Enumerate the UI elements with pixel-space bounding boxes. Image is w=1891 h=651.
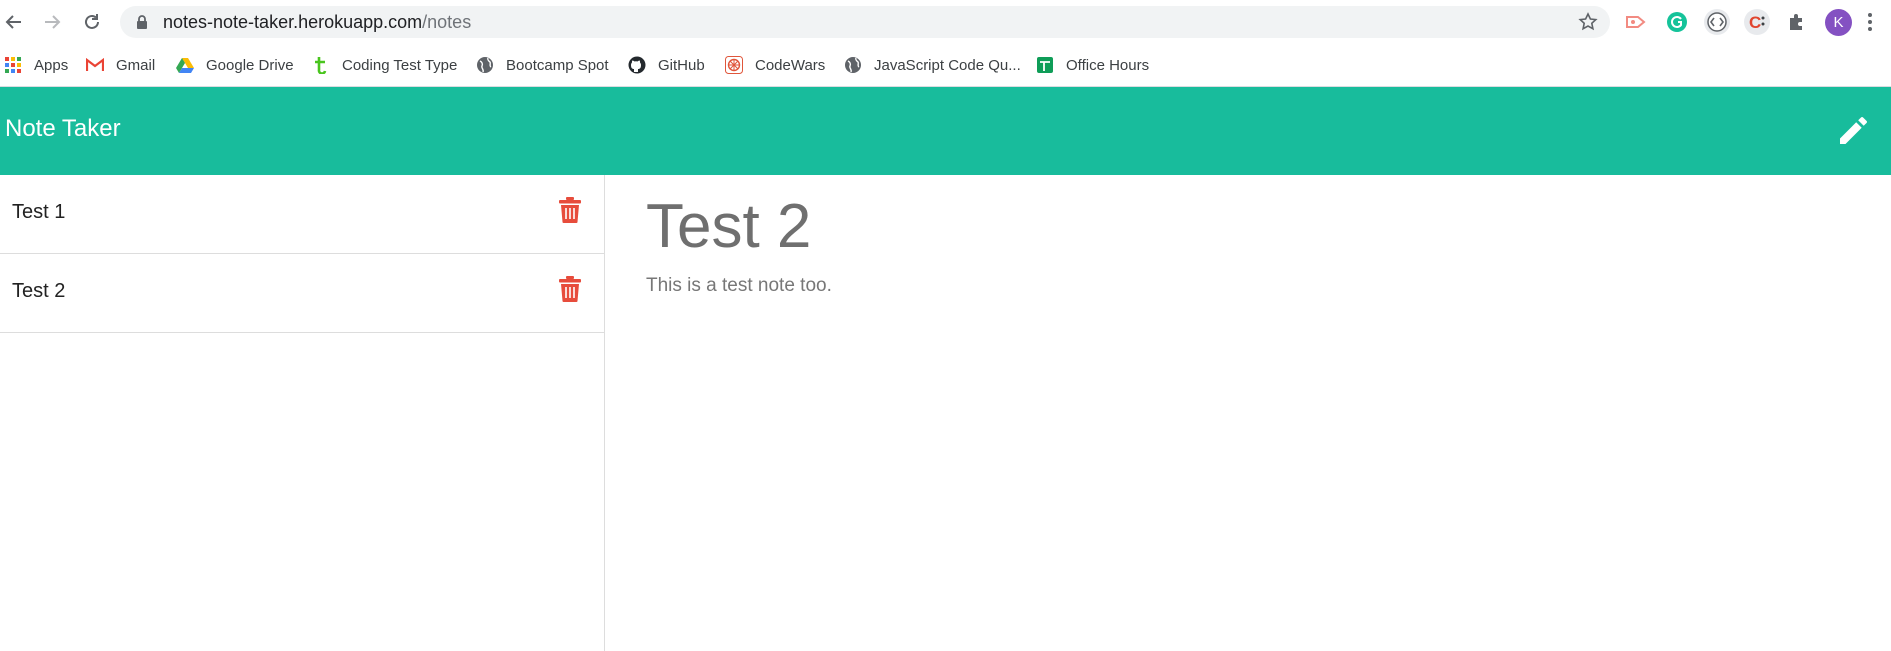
c-extension-button[interactable]: C (1744, 9, 1770, 35)
reload-button[interactable] (78, 8, 106, 36)
bookmark-label: Office Hours (1066, 56, 1150, 74)
delete-trash-icon[interactable] (558, 197, 582, 223)
codewars-icon (725, 56, 743, 74)
bookmark-github[interactable]: GitHub (628, 53, 705, 77)
bookmark-label: Bootcamp Spot (506, 56, 609, 74)
lock-icon (137, 15, 147, 29)
note-detail: Test 2 This is a test note too. (646, 175, 1846, 635)
bookmark-label: Apps (34, 56, 69, 74)
url-path: /notes (422, 12, 472, 32)
bookmark-label: CodeWars (755, 56, 826, 74)
note-list: Test 1 Test 2 (0, 175, 605, 651)
note-list-item[interactable]: Test 2 (0, 254, 604, 333)
note-list-item[interactable]: Test 1 (0, 175, 604, 254)
sheets-icon (1036, 56, 1054, 74)
forward-arrow-icon (45, 15, 61, 29)
bookmark-gmail[interactable]: Gmail (86, 53, 155, 77)
globe-icon (844, 56, 862, 74)
code-brackets-icon (1707, 12, 1727, 32)
google-drive-icon (176, 56, 194, 74)
note-text-area[interactable]: This is a test note too. (646, 275, 832, 297)
c-extension-icon: C (1749, 13, 1765, 32)
back-button[interactable] (0, 8, 28, 36)
code-extension-button[interactable] (1704, 9, 1730, 35)
bookmark-label: Gmail (116, 56, 156, 74)
reload-icon (85, 14, 99, 29)
back-arrow-icon (5, 15, 21, 29)
bookmark-apps[interactable]: Apps (4, 53, 68, 77)
gmail-icon (86, 56, 104, 74)
new-note-pencil-icon[interactable] (1835, 113, 1871, 149)
app-brand[interactable]: Note Taker (5, 115, 121, 143)
globe-icon (476, 56, 494, 74)
note-title-input[interactable]: Test 2 (646, 191, 811, 262)
bookmark-label: Google Drive (206, 56, 294, 74)
bookmark-javascript-code-quiz[interactable]: JavaScript Code Qu... (844, 53, 1021, 77)
url-text: notes-note-taker.herokuapp.com/notes (163, 12, 471, 33)
bookmark-office-hours[interactable]: Office Hours (1036, 53, 1149, 77)
url-host: notes-note-taker.herokuapp.com (163, 12, 423, 32)
bookmark-label: Coding Test Type (342, 56, 458, 74)
screencast-icon (1626, 16, 1646, 28)
bookmark-label: GitHub (658, 56, 705, 74)
browser-toolbar: notes-note-taker.herokuapp.com/notes C K (0, 0, 1891, 44)
grammarly-icon (1667, 12, 1687, 32)
grammarly-extension-button[interactable] (1664, 9, 1690, 35)
bookmark-codewars[interactable]: CodeWars (725, 53, 825, 77)
forward-button[interactable] (38, 8, 66, 36)
svg-text:C: C (1749, 13, 1761, 32)
bookmark-bootcamp-spot[interactable]: Bootcamp Spot (476, 53, 609, 77)
profile-avatar[interactable]: K (1825, 9, 1852, 36)
bookmark-star-icon[interactable] (1578, 12, 1598, 32)
puzzle-icon (1790, 14, 1802, 30)
coding-test-type-icon (312, 56, 330, 74)
app-navbar: Note Taker (0, 87, 1891, 175)
bookmark-google-drive[interactable]: Google Drive (176, 53, 294, 77)
note-list-item-title: Test 2 (12, 280, 66, 302)
apps-grid-icon (4, 56, 22, 74)
bookmark-label: JavaScript Code Qu... (874, 56, 1021, 74)
github-icon (628, 56, 646, 74)
extensions-button[interactable] (1784, 9, 1810, 35)
address-bar[interactable]: notes-note-taker.herokuapp.com/notes (120, 6, 1610, 38)
bookmarks-bar: Apps Gmail Google Drive Coding Test Type (0, 44, 1891, 87)
bookmark-coding-test-type[interactable]: Coding Test Type (312, 53, 457, 77)
note-list-item-title: Test 1 (12, 201, 66, 223)
delete-trash-icon[interactable] (558, 276, 582, 302)
more-menu-icon[interactable] (1864, 10, 1876, 34)
screencast-extension-button[interactable] (1623, 9, 1649, 35)
